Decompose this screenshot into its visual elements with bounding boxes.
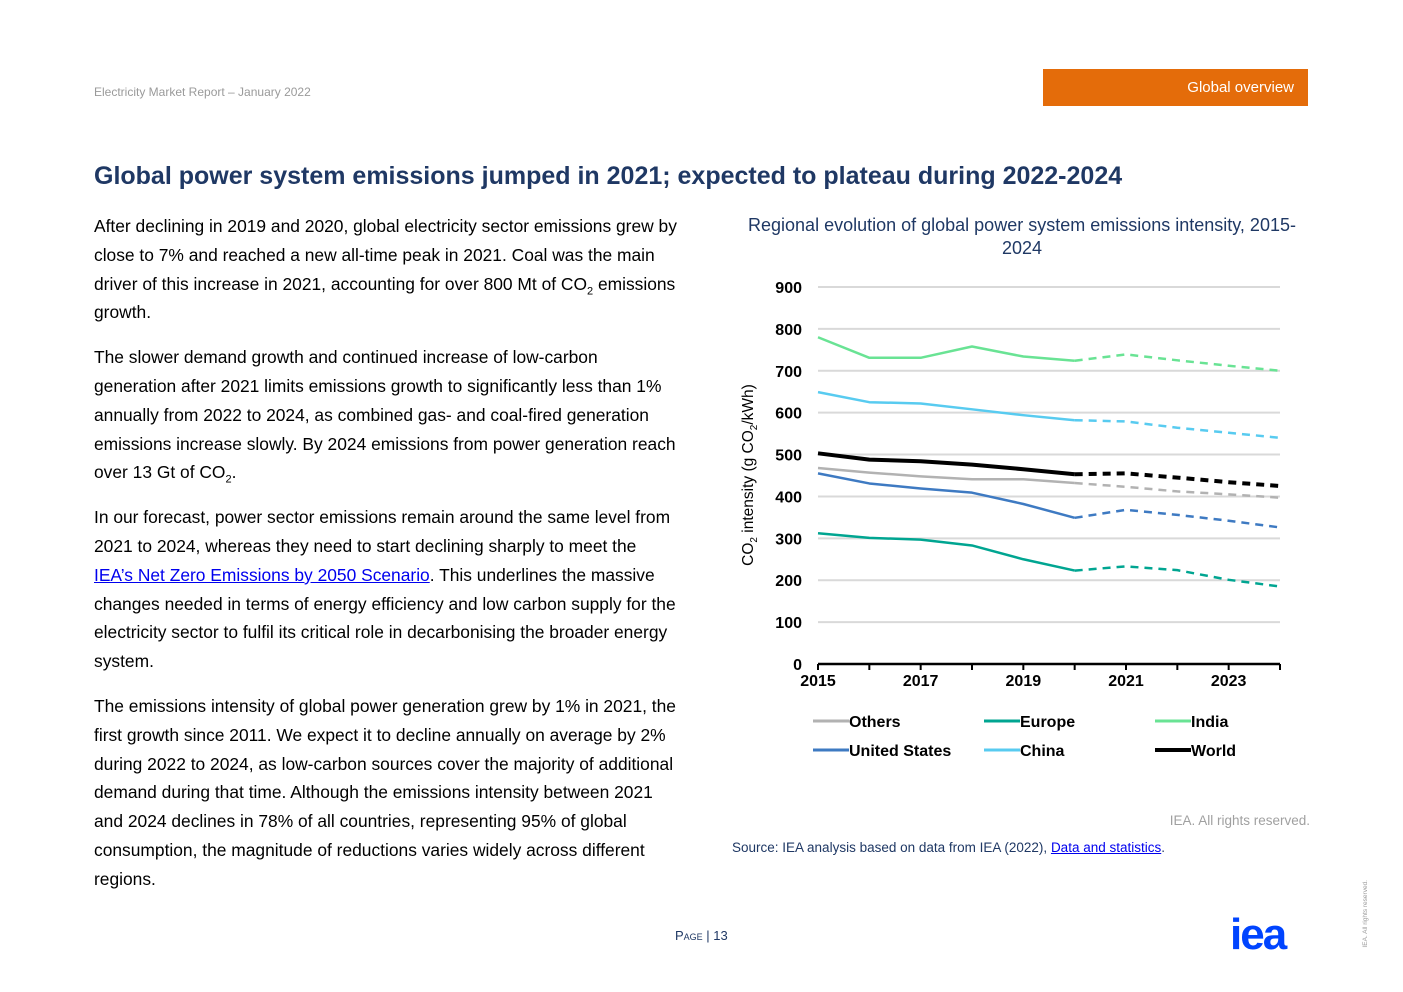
x-tick-label: 2019 bbox=[1006, 673, 1042, 690]
y-tick-label: 300 bbox=[775, 531, 802, 548]
y-tick-label: 400 bbox=[775, 489, 802, 506]
y-axis-label: CO2 intensity (g CO2/kWh) bbox=[740, 384, 760, 566]
iea-logo-text: iea bbox=[1230, 917, 1288, 953]
series-line-forecast bbox=[1074, 418, 1281, 440]
series-line-historical bbox=[817, 336, 1075, 362]
legend-label: World bbox=[1191, 743, 1236, 760]
nze-scenario-link[interactable]: IEA’s Net Zero Emissions by 2050 Scenari… bbox=[94, 565, 430, 585]
legend-label: China bbox=[1020, 743, 1065, 760]
rights-notice: IEA. All rights reserved. bbox=[1169, 813, 1310, 828]
body-text: After declining in 2019 and 2020, global… bbox=[94, 212, 679, 910]
legend-label: Europe bbox=[1020, 714, 1075, 731]
legend-label: Others bbox=[849, 714, 901, 731]
y-tick-label: 600 bbox=[775, 406, 802, 423]
x-tick-label: 2021 bbox=[1108, 673, 1144, 690]
y-tick-label: 800 bbox=[775, 322, 802, 339]
vertical-rights-notice: IEA. All rights reserved. bbox=[1362, 880, 1369, 948]
source-note: Source: IEA analysis based on data from … bbox=[732, 840, 1166, 855]
report-header: Electricity Market Report – January 2022 bbox=[94, 85, 311, 99]
x-tick-label: 2023 bbox=[1211, 673, 1247, 690]
y-tick-label: 200 bbox=[775, 573, 802, 590]
chart-series bbox=[817, 336, 1281, 588]
chart-axes: 0 100 200 300 400 500 600 700 800 900 2015 2017 2019… bbox=[775, 280, 1281, 690]
section-badge: Global overview bbox=[1043, 69, 1308, 106]
paragraph-3: In our forecast, power sector emissions … bbox=[94, 507, 676, 672]
data-statistics-link[interactable]: Data and statistics bbox=[1051, 840, 1161, 855]
y-tick-label: 700 bbox=[775, 364, 802, 381]
chart-legend: Others Europe India United States China World bbox=[813, 714, 1236, 760]
legend-label: India bbox=[1191, 714, 1228, 731]
legend-label: United States bbox=[849, 743, 951, 760]
x-tick-label: 2015 bbox=[800, 673, 836, 690]
page-number: Page | 13 bbox=[675, 928, 728, 943]
y-tick-label: 0 bbox=[793, 657, 802, 674]
paragraph-1: After declining in 2019 and 2020, global… bbox=[94, 216, 677, 323]
paragraph-4: The emissions intensity of global power … bbox=[94, 695, 676, 889]
series-line-forecast bbox=[1074, 508, 1281, 529]
y-tick-label: 900 bbox=[775, 280, 802, 297]
iea-logo: iea bbox=[1230, 917, 1290, 953]
y-tick-label: 100 bbox=[775, 615, 802, 632]
series-line-forecast bbox=[1074, 353, 1281, 373]
emissions-intensity-chart: 0 100 200 300 400 500 600 700 800 900 2015 2017 2019… bbox=[740, 280, 1281, 760]
chart-gridlines bbox=[818, 286, 1280, 624]
y-tick-label: 500 bbox=[775, 448, 802, 465]
page-title: Global power system emissions jumped in … bbox=[94, 162, 1123, 190]
series-line-historical bbox=[817, 390, 1075, 422]
paragraph-2: The slower demand growth and continued i… bbox=[94, 347, 676, 486]
x-tick-label: 2017 bbox=[903, 673, 939, 690]
chart-title: Regional evolution of global power syste… bbox=[748, 215, 1296, 258]
series-line-forecast bbox=[1074, 565, 1281, 588]
